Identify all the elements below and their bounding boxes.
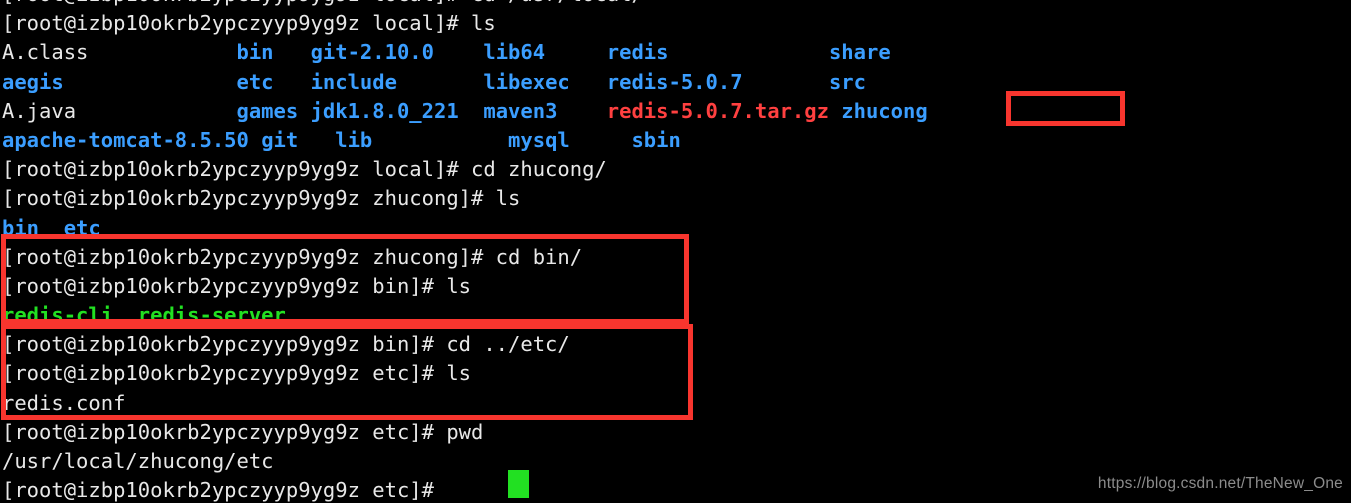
terminal-text: git	[261, 127, 336, 152]
terminal-text: [root@izbp10okrb2ypczyyp9yg9z zhucong]# …	[2, 244, 583, 269]
terminal-text: lib64	[483, 40, 607, 65]
terminal-text: src	[828, 69, 866, 94]
terminal-text: redis.conf	[2, 390, 126, 415]
terminal-output: [root@izbp10okrb2ypczyyp9yg9z local]# cd…	[0, 0, 1351, 503]
watermark: https://blog.csdn.net/TheNew_One	[1097, 474, 1343, 492]
terminal-text: /usr/local/zhucong/etc	[2, 449, 274, 473]
terminal-line: [root@izbp10okrb2ypczyyp9yg9z zhucong]# …	[0, 184, 1351, 213]
terminal-text: bin etc	[2, 215, 101, 240]
terminal-text: [root@izbp10okrb2ypczyyp9yg9z local]# cd…	[2, 157, 607, 182]
terminal-text: jdk1.8.0_221	[310, 98, 484, 123]
terminal-text: sbin	[631, 127, 681, 152]
terminal-text: [root@izbp10okrb2ypczyyp9yg9z zhucong]# …	[2, 186, 521, 211]
terminal-text: A.java	[2, 98, 237, 123]
terminal-line: A.class bin git-2.10.0 lib64 redis share	[0, 38, 1351, 67]
terminal-text: [root@izbp10okrb2ypczyyp9yg9z etc]# pwd	[2, 419, 484, 444]
terminal-line: [root@izbp10okrb2ypczyyp9yg9z zhucong]# …	[0, 243, 1351, 272]
terminal-text: include	[310, 69, 484, 94]
terminal-text: maven3	[483, 98, 607, 123]
terminal-line: redis.conf	[0, 389, 1351, 418]
terminal-line: [root@izbp10okrb2ypczyyp9yg9z local]# cd…	[0, 155, 1351, 184]
terminal-text: libexec	[483, 69, 607, 94]
terminal-text: apache-tomcat-8.5.50	[2, 127, 262, 152]
terminal-text: [root@izbp10okrb2ypczyyp9yg9z bin]# ls	[2, 273, 471, 298]
terminal-text: redis-5.0.7	[606, 69, 829, 94]
terminal-text: share	[828, 40, 891, 65]
terminal-text: A.class	[2, 40, 237, 65]
terminal-text: [root@izbp10okrb2ypczyyp9yg9z bin]# cd .…	[2, 332, 570, 357]
terminal-text: zhucong	[841, 98, 928, 123]
terminal-line: apache-tomcat-8.5.50 git lib mysql sbin	[0, 126, 1351, 155]
terminal-line: [root@izbp10okrb2ypczyyp9yg9z bin]# ls	[0, 272, 1351, 301]
terminal-text: aegis	[2, 69, 237, 94]
terminal-line: [root@izbp10okrb2ypczyyp9yg9z etc]# pwd	[0, 418, 1351, 447]
terminal-text: redis-5.0.7.tar.gz	[606, 98, 842, 123]
terminal-text: git-2.10.0	[310, 40, 484, 65]
terminal-text: bin	[236, 40, 311, 65]
terminal-cursor	[508, 470, 529, 498]
terminal-text: [root@izbp10okrb2ypczyyp9yg9z local]# ls	[2, 11, 496, 36]
terminal-line: bin etc	[0, 214, 1351, 243]
terminal-text: redis	[606, 40, 829, 65]
terminal-text: mysql	[508, 127, 632, 152]
terminal-window[interactable]: [root@izbp10okrb2ypczyyp9yg9z local]# cd…	[0, 0, 1351, 503]
terminal-text: [root@izbp10okrb2ypczyyp9yg9z etc]# ls	[2, 361, 471, 386]
terminal-line: aegis etc include libexec redis-5.0.7 sr…	[0, 68, 1351, 97]
terminal-text: lib	[335, 127, 509, 152]
terminal-line: [root@izbp10okrb2ypczyyp9yg9z etc]# ls	[0, 359, 1351, 388]
terminal-line: [root@izbp10okrb2ypczyyp9yg9z bin]# cd .…	[0, 330, 1351, 359]
terminal-line: redis-cli redis-server	[0, 301, 1351, 330]
terminal-text: games	[236, 98, 311, 123]
terminal-text: etc	[236, 69, 311, 94]
terminal-line: [root@izbp10okrb2ypczyyp9yg9z local]# cd…	[0, 0, 1351, 9]
terminal-line: [root@izbp10okrb2ypczyyp9yg9z local]# ls	[0, 9, 1351, 38]
terminal-text: [root@izbp10okrb2ypczyyp9yg9z local]# cd…	[2, 0, 644, 6]
terminal-line: A.java games jdk1.8.0_221 maven3 redis-5…	[0, 97, 1351, 126]
terminal-text: redis-cli redis-server	[2, 303, 286, 328]
terminal-text: [root@izbp10okrb2ypczyyp9yg9z etc]#	[2, 478, 447, 503]
